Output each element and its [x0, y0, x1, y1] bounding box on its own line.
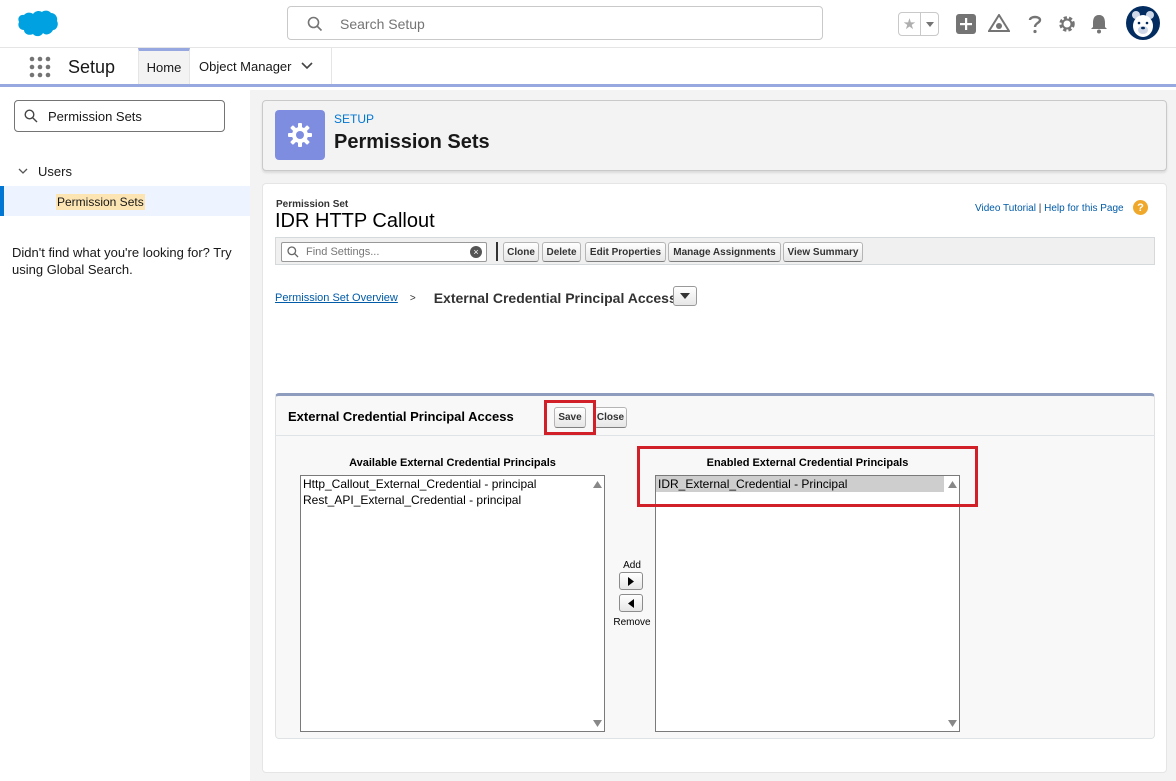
permission-set-card: Permission Set IDR HTTP Callout Video Tu…	[262, 183, 1167, 773]
search-icon	[24, 109, 38, 123]
panel-header: External Credential Principal Access Sav…	[276, 396, 1154, 436]
header-breadcrumb[interactable]: SETUP	[334, 112, 374, 126]
add-icon[interactable]	[954, 12, 978, 36]
tree-node-users-label: Users	[38, 164, 72, 179]
available-principal-option[interactable]: Http_Callout_External_Credential - princ…	[301, 476, 604, 492]
global-header: Search Setup ★	[0, 0, 1176, 48]
help-links-separator: |	[1035, 203, 1045, 214]
remove-label: Remove	[613, 617, 651, 628]
search-icon	[307, 16, 323, 32]
tree-item-permission-sets-label: Permission Sets	[56, 194, 145, 210]
scroll-up-icon[interactable]	[592, 479, 602, 489]
principal-access-panel: External Credential Principal Access Sav…	[275, 393, 1155, 739]
clear-icon[interactable]: ×	[470, 246, 482, 258]
star-icon[interactable]: ★	[899, 13, 921, 35]
delete-button[interactable]: Delete	[542, 242, 581, 262]
tab-object-manager[interactable]: Object Manager	[190, 48, 332, 84]
tree-item-permission-sets[interactable]: Permission Sets	[0, 186, 250, 216]
quick-find-value: Permission Sets	[48, 109, 142, 124]
add-label: Add	[623, 560, 641, 571]
permission-set-type-label: Permission Set	[276, 199, 349, 210]
global-search[interactable]: Search Setup	[287, 6, 823, 40]
arrow-right-icon	[628, 576, 634, 586]
arrow-left-icon	[628, 598, 634, 608]
view-summary-button[interactable]: View Summary	[783, 242, 863, 262]
edit-properties-button[interactable]: Edit Properties	[585, 242, 666, 262]
tab-home-label: Home	[146, 60, 182, 75]
breadcrumb-current: External Credential Principal Access	[433, 290, 677, 306]
app-nav-bar: Setup Home Object Manager	[0, 48, 1176, 87]
gear-icon[interactable]	[1055, 12, 1079, 36]
user-avatar[interactable]	[1126, 6, 1160, 40]
favorites-dropdown-icon[interactable]	[921, 13, 938, 35]
help-for-page-link[interactable]: Help for this Page	[1044, 203, 1124, 214]
enabled-principals-list[interactable]: IDR_External_Credential - Principal	[655, 475, 960, 732]
trailhead-icon[interactable]	[987, 12, 1011, 36]
video-tutorial-link[interactable]: Video Tutorial	[975, 203, 1036, 214]
page-title: Permission Sets	[334, 131, 490, 153]
clone-button[interactable]: Clone	[503, 242, 539, 262]
app-launcher-icon[interactable]	[29, 56, 51, 78]
panel-title: External Credential Principal Access	[288, 409, 514, 424]
manage-assignments-button[interactable]: Manage Assignments	[668, 242, 781, 262]
search-icon	[287, 246, 299, 258]
close-button[interactable]: Close	[594, 407, 627, 428]
help-icon[interactable]	[1023, 12, 1047, 36]
tab-object-manager-label: Object Manager	[199, 58, 292, 74]
quick-find-input[interactable]: Permission Sets	[14, 100, 225, 132]
chevron-down-icon	[680, 293, 690, 299]
remove-arrow-button[interactable]	[619, 594, 643, 612]
breadcrumb-separator: >	[409, 292, 416, 304]
not-found-hint: Didn't find what you're looking for? Try…	[12, 245, 232, 277]
scroll-down-icon[interactable]	[592, 718, 602, 728]
available-principal-option[interactable]: Rest_API_External_Credential - principal	[301, 492, 604, 508]
available-principals-list[interactable]: Http_Callout_External_Credential - princ…	[300, 475, 605, 732]
help-links: Video Tutorial | Help for this Page	[975, 203, 1124, 214]
find-settings-input[interactable]: Find Settings... ×	[281, 242, 487, 262]
search-placeholder: Search Setup	[340, 16, 425, 32]
add-arrow-button[interactable]	[619, 572, 643, 590]
help-question-icon[interactable]: ?	[1133, 200, 1148, 215]
tree-node-users[interactable]: Users	[18, 164, 72, 179]
chevron-down-icon[interactable]	[18, 168, 28, 175]
permission-set-toolbar: Find Settings... × Clone Delete Edit Pro…	[275, 237, 1155, 265]
chevron-down-icon[interactable]	[300, 62, 313, 70]
breadcrumb: Permission Set Overview > External Crede…	[275, 290, 677, 306]
section-dropdown-button[interactable]	[673, 286, 697, 306]
notifications-bell-icon[interactable]	[1087, 12, 1111, 36]
save-highlight-box	[544, 400, 596, 435]
app-name: Setup	[68, 57, 116, 77]
favorites-button[interactable]: ★	[898, 12, 939, 36]
scroll-down-icon[interactable]	[947, 718, 957, 728]
permission-set-overview-link[interactable]: Permission Set Overview	[275, 292, 398, 304]
tab-home[interactable]: Home	[138, 48, 190, 84]
salesforce-logo[interactable]	[16, 9, 58, 39]
available-principals-label: Available External Credential Principals	[349, 457, 556, 469]
main-content: SETUP Permission Sets Permission Set IDR…	[250, 90, 1176, 781]
find-settings-placeholder: Find Settings...	[306, 246, 380, 258]
toolbar-divider	[496, 242, 498, 261]
setup-sidebar: Permission Sets Users Permission Sets Di…	[0, 90, 250, 781]
setup-gear-icon	[275, 110, 325, 160]
permission-set-name: IDR HTTP Callout	[275, 210, 435, 232]
page-header: SETUP Permission Sets	[262, 100, 1167, 171]
enabled-principals-highlight-box	[637, 446, 978, 507]
